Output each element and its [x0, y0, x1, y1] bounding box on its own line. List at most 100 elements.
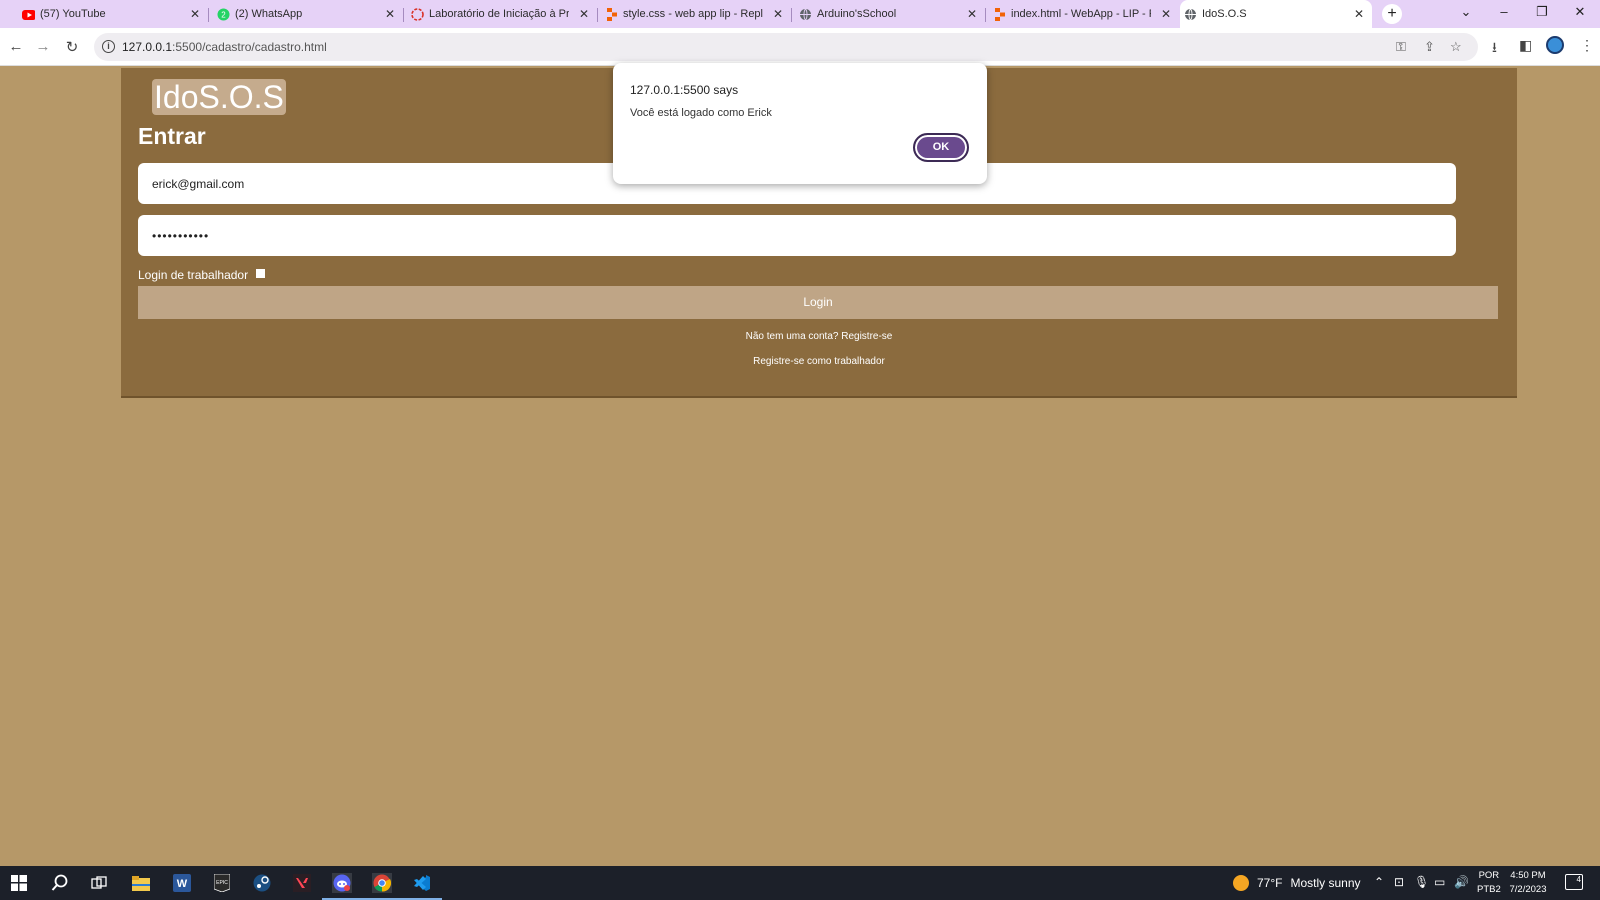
alert-title: 127.0.0.1:5500 says — [630, 83, 739, 97]
url-host: 127.0.0.1 — [122, 40, 173, 54]
key-icon[interactable]: ⚿ — [1396, 39, 1406, 55]
svg-text:W: W — [177, 878, 188, 890]
tab-title: index.html - WebApp - LIP - Re — [1011, 8, 1151, 20]
tab-search-icon[interactable]: ⌄ — [1456, 4, 1476, 20]
epic-games-icon[interactable]: EPIC — [212, 873, 232, 893]
tab-idosos[interactable]: IdoS.O.S ✕ — [1180, 0, 1372, 28]
clock-time: 4:50 PM — [1510, 870, 1546, 881]
tab-divider — [597, 8, 598, 22]
url-path: :5500/cadastro/cadastro.html — [172, 40, 327, 54]
language-code: POR — [1478, 870, 1500, 881]
replit-icon — [993, 8, 1006, 21]
tab-divider — [208, 8, 209, 22]
share-icon[interactable]: ⇪ — [1424, 39, 1435, 55]
whatsapp-icon: 2 — [217, 8, 230, 21]
tab-whatsapp[interactable]: 2 (2) WhatsApp ✕ — [213, 0, 404, 28]
back-icon[interactable]: ← — [7, 38, 25, 55]
input-language[interactable]: POR PTB2 — [1477, 869, 1501, 897]
meet-now-icon[interactable]: ⊡ — [1394, 875, 1404, 889]
clock-date: 7/2/2023 — [1509, 884, 1547, 895]
search-icon[interactable] — [50, 873, 70, 893]
partly-sunny-icon — [1233, 875, 1249, 891]
profile-avatar[interactable] — [1546, 36, 1564, 54]
volume-icon[interactable]: 🔊 — [1454, 875, 1469, 889]
worker-login-label: Login de trabalhador — [138, 268, 249, 282]
windows-taskbar: W EPIC 77°F Mostly sunny ⌃ ⊡ 🎙 ▭ 🔊 POR P… — [0, 866, 1600, 900]
tab-youtube[interactable]: (57) YouTube ✕ — [18, 0, 209, 28]
svg-text:EPIC: EPIC — [216, 880, 228, 886]
new-tab-button[interactable]: + — [1382, 4, 1402, 24]
ok-button[interactable]: OK — [913, 133, 969, 162]
system-clock[interactable]: 4:50 PM 7/2/2023 — [1506, 869, 1550, 897]
side-panel-icon[interactable]: ◧ — [1519, 37, 1532, 54]
register-link[interactable]: Não tem uma conta? Registre-se — [121, 331, 1517, 342]
word-icon[interactable]: W — [172, 873, 192, 893]
tab-divider — [403, 8, 404, 22]
notification-center-icon[interactable]: 4 — [1565, 874, 1583, 890]
close-window-icon[interactable]: ✕ — [1570, 4, 1590, 20]
minimize-icon[interactable]: – — [1494, 4, 1514, 19]
keyboard-layout: PTB2 — [1477, 884, 1501, 895]
register-worker-link[interactable]: Registre-se como trabalhador — [121, 356, 1517, 367]
microphone-icon[interactable]: 🎙 — [1414, 875, 1429, 889]
worker-login-row: Login de trabalhador — [138, 268, 266, 282]
close-tab-icon[interactable]: ✕ — [773, 6, 783, 22]
tab-replit-style[interactable]: style.css - web app lip - Replit ✕ — [601, 0, 792, 28]
globe-icon — [799, 8, 812, 21]
weather-text: Mostly sunny — [1290, 876, 1361, 890]
chrome-icon[interactable] — [362, 873, 402, 900]
tab-title: (57) YouTube — [40, 8, 106, 20]
info-icon[interactable]: i — [102, 40, 115, 53]
close-tab-icon[interactable]: ✕ — [385, 6, 395, 22]
weather-temp: 77°F — [1257, 876, 1283, 890]
tab-title: IdoS.O.S — [1202, 8, 1247, 20]
tab-laboratorio[interactable]: Laboratório de Iniciação à Prog ✕ — [407, 0, 598, 28]
tab-divider — [791, 8, 792, 22]
tab-arduino-school[interactable]: Arduino'sSchool ✕ — [795, 0, 986, 28]
star-icon[interactable]: ☆ — [1450, 39, 1462, 55]
show-hidden-icons-icon[interactable]: ⌃ — [1374, 875, 1384, 889]
worker-login-checkbox[interactable] — [256, 268, 266, 278]
close-tab-icon[interactable]: ✕ — [579, 6, 589, 22]
page-title: Entrar — [138, 123, 206, 149]
tab-title: Arduino'sSchool — [817, 8, 897, 20]
windows-start-icon[interactable] — [9, 873, 29, 893]
vscode-icon[interactable] — [402, 873, 442, 900]
task-view-icon[interactable] — [89, 873, 109, 893]
tab-divider — [985, 8, 986, 22]
globe-icon — [1184, 8, 1197, 21]
file-explorer-icon[interactable] — [131, 873, 151, 893]
restore-icon[interactable]: ❐ — [1532, 4, 1552, 20]
svg-text:2: 2 — [221, 11, 226, 20]
network-icon[interactable]: ▭ — [1434, 875, 1445, 889]
steam-icon[interactable] — [252, 873, 272, 893]
login-button[interactable]: Login — [138, 286, 1498, 319]
tab-title: style.css - web app lip - Replit — [623, 8, 763, 20]
url-text[interactable]: 127.0.0.1:5500/cadastro/cadastro.html — [122, 40, 327, 54]
forward-icon[interactable]: → — [34, 38, 52, 55]
alert-dialog: 127.0.0.1:5500 says Você está logado com… — [613, 63, 987, 184]
browser-toolbar: ← → ↻ i 127.0.0.1:5500/cadastro/cadastro… — [0, 28, 1600, 66]
browser-tab-strip: (57) YouTube ✕ 2 (2) WhatsApp ✕ Laborató… — [0, 0, 1600, 28]
lab-icon — [411, 8, 424, 21]
site-logo: IdoS.O.S — [152, 79, 286, 115]
tab-title: Laboratório de Iniciação à Prog — [429, 8, 569, 20]
reload-icon[interactable]: ↻ — [63, 38, 81, 56]
notification-count: 4 — [1576, 875, 1581, 884]
valorant-icon[interactable] — [292, 873, 312, 893]
tab-replit-index[interactable]: index.html - WebApp - LIP - Re ✕ — [989, 0, 1179, 28]
discord-icon[interactable] — [322, 873, 362, 900]
address-bar[interactable]: i 127.0.0.1:5500/cadastro/cadastro.html … — [94, 33, 1478, 61]
password-field[interactable] — [138, 215, 1456, 256]
download-icon[interactable]: ⭳ — [1492, 37, 1497, 61]
youtube-icon — [22, 8, 35, 21]
close-tab-icon[interactable]: ✕ — [190, 6, 200, 22]
close-tab-icon[interactable]: ✕ — [1354, 6, 1364, 22]
tab-title: (2) WhatsApp — [235, 8, 303, 20]
alert-message: Você está logado como Erick — [630, 107, 772, 119]
close-tab-icon[interactable]: ✕ — [1161, 6, 1171, 22]
close-tab-icon[interactable]: ✕ — [967, 6, 977, 22]
menu-icon[interactable]: ⋮ — [1580, 37, 1594, 54]
replit-icon — [605, 8, 618, 21]
weather-widget[interactable]: 77°F Mostly sunny — [1233, 875, 1361, 891]
